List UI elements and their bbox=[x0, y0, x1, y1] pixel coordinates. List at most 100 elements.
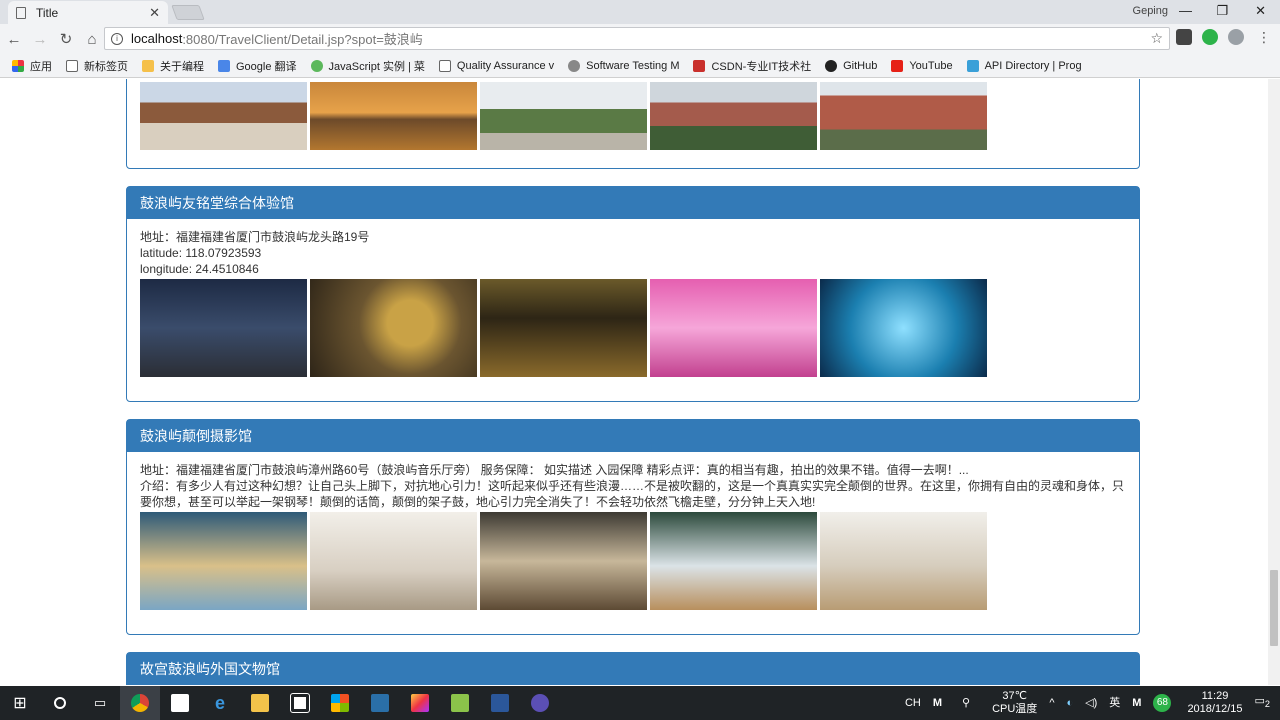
tab-strip: Title ✕ Geping — ❐ ✕ bbox=[0, 0, 1280, 24]
office-icon bbox=[331, 694, 349, 712]
temp-label: CPU温度 bbox=[992, 703, 1038, 715]
people-icon[interactable]: ⚲ bbox=[962, 697, 970, 710]
browser-tab[interactable]: Title ✕ bbox=[8, 1, 168, 24]
badge[interactable]: 68 bbox=[1153, 694, 1172, 712]
spot-photo[interactable] bbox=[480, 82, 647, 150]
spot-panel: 鼓浪屿友铭堂综合体验馆 地址：福建福建省厦门市鼓浪屿龙头路19号 latitud… bbox=[126, 186, 1140, 402]
bookmark-label: YouTube bbox=[909, 59, 953, 72]
spot-photo[interactable] bbox=[820, 512, 987, 610]
spot-photo[interactable] bbox=[650, 82, 817, 150]
network-icon[interactable]: ◐ bbox=[1066, 697, 1073, 710]
menu-icon[interactable]: ⋮ bbox=[1257, 29, 1271, 46]
notification-icon[interactable]: ▭2 bbox=[1255, 695, 1271, 711]
bookmark-label: 关于编程 bbox=[160, 60, 204, 73]
intellij-taskbar-button[interactable] bbox=[400, 686, 440, 720]
clock[interactable]: 11:29 2018/12/15 bbox=[1187, 690, 1242, 716]
reload-icon[interactable]: ↻ bbox=[54, 30, 78, 48]
extension-icon[interactable] bbox=[1176, 29, 1192, 45]
bookmark-folder[interactable]: 关于编程 bbox=[142, 58, 204, 74]
new-tab-button[interactable] bbox=[171, 5, 205, 20]
address-bar[interactable]: i localhost:8080/TravelClient/Detail.jsp… bbox=[104, 27, 1170, 50]
translate-icon bbox=[218, 59, 230, 72]
bookmark-testing[interactable]: Software Testing M bbox=[568, 59, 679, 72]
volume-icon[interactable]: ◁) bbox=[1085, 697, 1097, 710]
spot-photo[interactable] bbox=[480, 512, 647, 610]
bookmark-newtab[interactable]: 新标签页 bbox=[66, 58, 128, 74]
address-text: 地址：福建福建省厦门市鼓浪屿龙头路19号 bbox=[140, 230, 370, 244]
spot-photo[interactable] bbox=[480, 279, 647, 377]
profile-name[interactable]: Geping bbox=[1133, 5, 1168, 17]
back-icon[interactable]: ← bbox=[2, 31, 26, 48]
page-content: 鼓浪屿友铭堂综合体验馆 地址：福建福建省厦门市鼓浪屿龙头路19号 latitud… bbox=[0, 79, 1280, 685]
task-view-icon: ▭ bbox=[93, 695, 107, 710]
github-icon bbox=[825, 59, 838, 72]
cortana-button[interactable] bbox=[40, 686, 80, 720]
start-button[interactable]: ⊞ bbox=[0, 686, 40, 720]
runoob-icon bbox=[310, 59, 323, 72]
close-tab-icon[interactable]: ✕ bbox=[149, 5, 160, 21]
bookmark-star-icon[interactable]: ☆ bbox=[1150, 30, 1163, 47]
spot-photo[interactable] bbox=[310, 512, 477, 610]
bookmark-js[interactable]: JavaScript 实例 | 菜 bbox=[310, 58, 425, 74]
spot-photo[interactable] bbox=[650, 279, 817, 377]
longitude-text: longitude: 24.4510846 bbox=[140, 262, 259, 276]
edge-taskbar-button[interactable]: e bbox=[200, 686, 240, 720]
bookmark-translate[interactable]: Google 翻译 bbox=[218, 58, 297, 74]
latitude-text: latitude: 118.07923593 bbox=[140, 246, 262, 260]
maximize-icon[interactable]: ❐ bbox=[1216, 3, 1228, 19]
ime-lang[interactable]: 英 bbox=[1109, 697, 1120, 710]
app-taskbar-button[interactable] bbox=[360, 686, 400, 720]
spot-photo[interactable] bbox=[820, 82, 987, 150]
spot-photo[interactable] bbox=[140, 512, 307, 610]
bookmark-api[interactable]: API Directory | Prog bbox=[966, 59, 1082, 72]
mail-taskbar-button[interactable] bbox=[160, 686, 200, 720]
close-window-icon[interactable]: ✕ bbox=[1255, 3, 1266, 19]
home-icon[interactable]: ⌂ bbox=[80, 31, 104, 48]
system-tray: CH M ⚲ 37℃ CPU温度 ^ ◐ ◁) 英 M 68 11:29 2018/… bbox=[899, 686, 1280, 720]
extension-2-icon[interactable] bbox=[1228, 29, 1244, 45]
app-taskbar-button[interactable] bbox=[320, 686, 360, 720]
chrome-icon bbox=[131, 694, 149, 712]
search-icon bbox=[54, 697, 66, 709]
youtube-icon bbox=[891, 59, 904, 72]
app-taskbar-button[interactable] bbox=[520, 686, 560, 720]
chrome-taskbar-button[interactable] bbox=[120, 686, 160, 720]
bookmark-apps[interactable]: 应用 bbox=[12, 58, 52, 74]
intro-text: 介绍：有多少人有过这种幻想？让自己头上脚下，对抗地心引力！这听起来似乎还有些浪漫… bbox=[140, 479, 1125, 509]
scrollbar-thumb[interactable] bbox=[1270, 570, 1278, 646]
spot-photo[interactable] bbox=[140, 279, 307, 377]
image-row bbox=[140, 512, 1126, 610]
windows-icon: ⊞ bbox=[13, 695, 27, 712]
bookmark-youtube[interactable]: YouTube bbox=[891, 59, 953, 72]
ime-mode-icon[interactable]: M bbox=[933, 697, 942, 710]
spot-photo[interactable] bbox=[310, 82, 477, 150]
evernote-icon[interactable] bbox=[1202, 29, 1218, 45]
show-hidden-icon[interactable]: ^ bbox=[1049, 697, 1054, 710]
document-icon bbox=[16, 6, 26, 19]
spot-photo[interactable] bbox=[820, 279, 987, 377]
bookmark-github[interactable]: GitHub bbox=[825, 59, 878, 72]
spot-photo[interactable] bbox=[310, 279, 477, 377]
spot-photo[interactable] bbox=[650, 512, 817, 610]
bookmark-label: GitHub bbox=[843, 59, 878, 72]
csdn-icon bbox=[693, 59, 706, 72]
spot-photo[interactable] bbox=[140, 82, 307, 150]
bookmark-qa[interactable]: Quality Assurance v bbox=[438, 59, 554, 72]
url-path: :8080/TravelClient/Detail.jsp?spot=鼓浪屿 bbox=[182, 32, 423, 47]
minimize-icon[interactable]: — bbox=[1179, 3, 1192, 18]
explorer-taskbar-button[interactable] bbox=[240, 686, 280, 720]
cpu-temp[interactable]: 37℃ CPU温度 bbox=[992, 690, 1037, 716]
app-taskbar-button[interactable] bbox=[440, 686, 480, 720]
word-icon bbox=[491, 694, 509, 712]
folder-icon bbox=[251, 694, 269, 712]
forward-icon[interactable]: → bbox=[28, 31, 52, 48]
eclipse-icon bbox=[531, 694, 549, 712]
task-view-button[interactable]: ▭ bbox=[80, 686, 120, 720]
bookmark-csdn[interactable]: CSDN-专业IT技术社 bbox=[693, 58, 811, 74]
page-icon bbox=[66, 59, 78, 72]
word-taskbar-button[interactable] bbox=[480, 686, 520, 720]
ime-mode-icon[interactable]: M bbox=[1132, 697, 1141, 710]
store-taskbar-button[interactable] bbox=[280, 686, 320, 720]
info-icon[interactable]: i bbox=[111, 32, 123, 45]
ime-indicator[interactable]: CH bbox=[905, 697, 921, 710]
